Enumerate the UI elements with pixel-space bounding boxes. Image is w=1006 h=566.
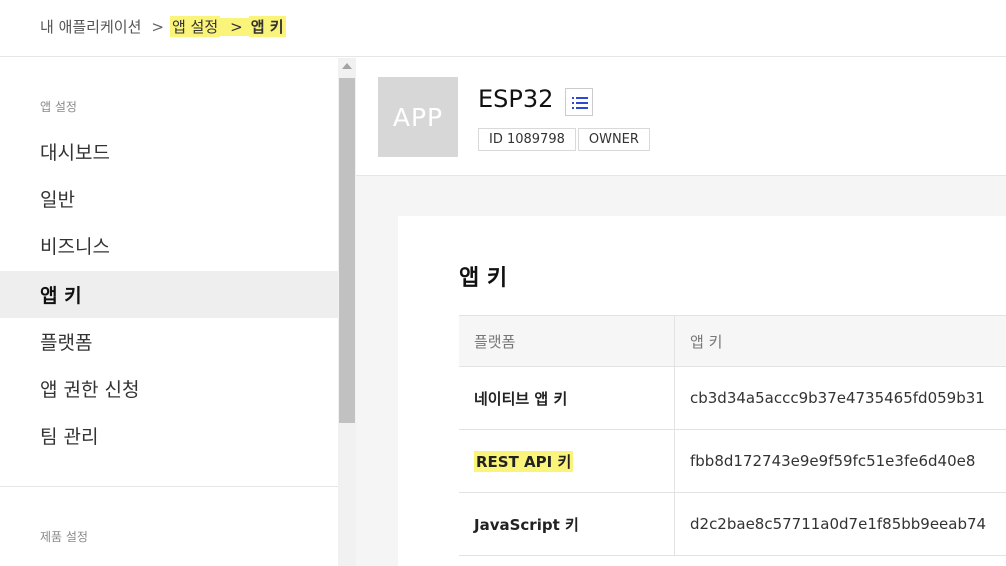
- table-row: 네이티브 앱 키 cb3d34a5accc9b37e4735465fd059b3…: [459, 367, 1006, 430]
- sidebar-section-product-settings: 제품 설정: [40, 530, 88, 544]
- app-key-table: 플랫폼 앱 키 네이티브 앱 키 cb3d34a5accc9b37e473546…: [459, 315, 1006, 556]
- sidebar-item-business[interactable]: 비즈니스: [0, 222, 338, 269]
- sidebar: 앱 설정 대시보드 일반 비즈니스 앱 키 플랫폼 앱 권한 신청 팀 관리 제…: [0, 58, 338, 566]
- app-key-title: 앱 키: [459, 266, 508, 291]
- table-header-row: 플랫폼 앱 키: [459, 316, 1006, 367]
- breadcrumb-separator: >: [220, 17, 249, 36]
- sidebar-scrollbar[interactable]: [338, 58, 356, 566]
- app-key-card: 앱 키 플랫폼 앱 키 네이티브 앱 키 cb3d34a5accc9b37e47…: [398, 216, 1006, 566]
- breadcrumb-root[interactable]: 내 애플리케이션: [40, 16, 141, 37]
- app-thumbnail: APP: [378, 77, 458, 157]
- breadcrumb-app-settings[interactable]: 앱 설정: [169, 16, 221, 37]
- app-role-badge: OWNER: [577, 128, 650, 151]
- main-content: APP ESP32 ID 1089798 OWNER 앱 키 플랫폼 앱 키 네…: [356, 58, 1006, 566]
- scroll-up-arrow-icon[interactable]: [342, 63, 352, 69]
- rest-api-key-value[interactable]: fbb8d172743e9e9f59fc51e3fe6d40e8: [675, 430, 1006, 492]
- app-tags: ID 1089798 OWNER: [478, 128, 650, 151]
- sidebar-item-platform[interactable]: 플랫폼: [0, 318, 338, 365]
- sidebar-section-app-settings: 앱 설정: [40, 100, 77, 114]
- app-name: ESP32: [478, 85, 554, 113]
- breadcrumb-app-key: 앱 키: [248, 16, 286, 37]
- column-header-app-key: 앱 키: [690, 332, 723, 351]
- rest-api-key-label: REST API 키: [474, 450, 574, 472]
- column-header-platform: 플랫폼: [459, 316, 675, 366]
- sidebar-item-app-permission-request[interactable]: 앱 권한 신청: [0, 365, 338, 412]
- app-list-button[interactable]: [565, 88, 593, 116]
- rest-api-key-label-cell: REST API 키: [459, 430, 675, 492]
- javascript-key-label: JavaScript 키: [459, 493, 675, 555]
- list-icon: [572, 97, 588, 109]
- top-bar: 내 애플리케이션 > 앱 설정 > 앱 키: [0, 0, 1006, 57]
- sidebar-divider: [0, 486, 338, 487]
- javascript-key-value[interactable]: d2c2bae8c57711a0d7e1f85bb9eeab74: [675, 493, 1006, 555]
- sidebar-item-team-management[interactable]: 팀 관리: [0, 412, 338, 459]
- sidebar-item-dashboard[interactable]: 대시보드: [0, 128, 338, 175]
- sidebar-item-app-key[interactable]: 앱 키: [0, 271, 338, 318]
- table-row: JavaScript 키 d2c2bae8c57711a0d7e1f85bb9e…: [459, 493, 1006, 556]
- sidebar-item-general[interactable]: 일반: [0, 175, 338, 222]
- scrollbar-thumb[interactable]: [339, 78, 355, 423]
- app-header: APP ESP32 ID 1089798 OWNER: [356, 58, 1006, 176]
- app-id-badge: ID 1089798: [478, 128, 576, 151]
- table-row: REST API 키 fbb8d172743e9e9f59fc51e3fe6d4…: [459, 430, 1006, 493]
- breadcrumb: 내 애플리케이션 > 앱 설정 > 앱 키: [40, 16, 286, 37]
- native-app-key-value[interactable]: cb3d34a5accc9b37e4735465fd059b31: [675, 367, 1006, 429]
- breadcrumb-separator: >: [151, 17, 164, 36]
- native-app-key-label: 네이티브 앱 키: [459, 367, 675, 429]
